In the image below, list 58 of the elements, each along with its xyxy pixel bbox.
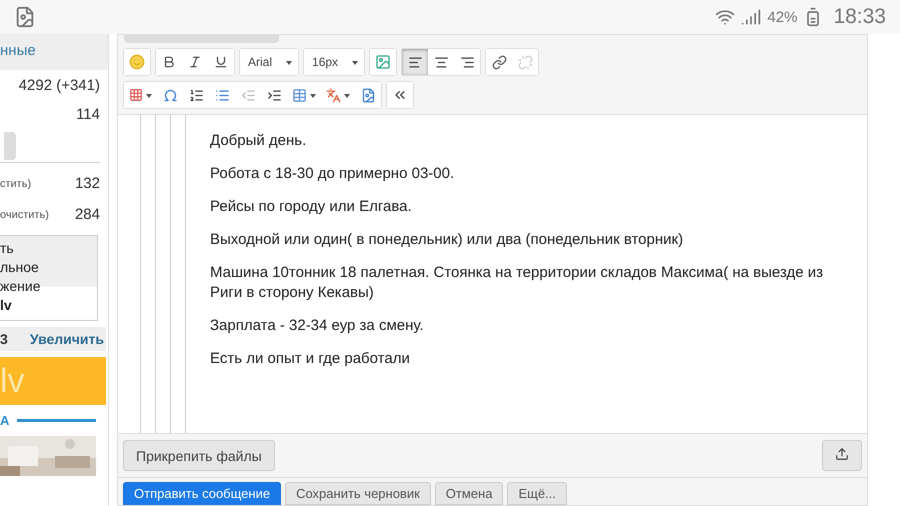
- omega-icon: [162, 88, 178, 102]
- message-paragraph: Робота с 18-30 до примерно 03-00.: [210, 164, 456, 184]
- stat-value: 114: [75, 105, 101, 125]
- message-paragraph: Есть ли опыт и где работали: [210, 349, 411, 369]
- zoom-link[interactable]: Увеличить: [30, 331, 104, 347]
- italic-icon: [188, 55, 202, 69]
- option-item[interactable]: ть: [0, 239, 97, 258]
- signal-icon: [741, 7, 762, 27]
- underline-icon: [214, 55, 228, 69]
- table-icon: [292, 88, 307, 102]
- action-button[interactable]: Сохранить черновик: [285, 482, 431, 505]
- grid-icon: [129, 88, 143, 102]
- count-value: 132: [74, 175, 100, 192]
- upload-button[interactable]: [822, 440, 862, 471]
- smiley-icon: [129, 54, 145, 70]
- battery-percent: 42%: [767, 8, 798, 26]
- gallery-icon: [14, 6, 36, 28]
- option-item[interactable]: жение: [0, 277, 97, 296]
- sidebar-tab[interactable]: нные: [0, 34, 108, 70]
- indent-icon: [266, 88, 282, 102]
- outdent-icon: [240, 88, 256, 102]
- action-button[interactable]: Отмена: [434, 482, 504, 505]
- banner: lv: [0, 357, 106, 405]
- option-item[interactable]: lv: [0, 296, 97, 315]
- stat-value: 4292 (+341): [18, 76, 101, 96]
- zoom-count: 3: [0, 331, 8, 347]
- upload-icon: [835, 447, 849, 461]
- align-button[interactable]: [402, 49, 428, 75]
- image-icon: [375, 54, 392, 70]
- count-value: 284: [74, 206, 100, 223]
- align-icon: [460, 54, 475, 70]
- attach-files-button[interactable]: Прикрепить файлы: [123, 440, 275, 471]
- numbered-list-icon: [188, 88, 204, 102]
- clear-link[interactable]: стить): [0, 178, 32, 190]
- image-file-icon: [360, 88, 376, 102]
- message-paragraph: Добрый день.: [210, 131, 308, 151]
- unlink-icon: [518, 54, 533, 70]
- align-icon: [434, 54, 449, 70]
- bullet-list-icon: [214, 88, 230, 102]
- translate-icon: [326, 88, 341, 102]
- message-paragraph: Зарплата - 32-34 еур за смену.: [210, 316, 425, 336]
- clock: 18:33: [833, 5, 886, 29]
- option-item[interactable]: льное: [0, 258, 97, 277]
- align-icon: [408, 54, 423, 70]
- font-select[interactable]: Arial: [240, 49, 298, 75]
- slider[interactable]: [0, 132, 100, 163]
- section-heading: А: [0, 413, 10, 428]
- clear-link[interactable]: очистить): [0, 208, 49, 220]
- link-icon: [492, 54, 507, 70]
- slider-thumb[interactable]: [4, 132, 16, 160]
- bold-icon: [162, 55, 176, 69]
- message-paragraph: Машина 10тонник 18 палетная. Стоянка на территории складов Максима( на выезде из Риги в сторону Кекавы): [210, 263, 824, 303]
- message-paragraph: Выходной или один( в понедельник) или два (понедельник вторник): [210, 230, 684, 250]
- message-paragraph: Рейсы по городу или Елгава.: [210, 197, 413, 217]
- option-list[interactable]: ть льное жение lv: [0, 235, 98, 321]
- size-select[interactable]: 16px: [304, 49, 364, 75]
- action-button[interactable]: Ещё...: [507, 482, 567, 505]
- send-button[interactable]: Отправить сообщение: [123, 482, 282, 505]
